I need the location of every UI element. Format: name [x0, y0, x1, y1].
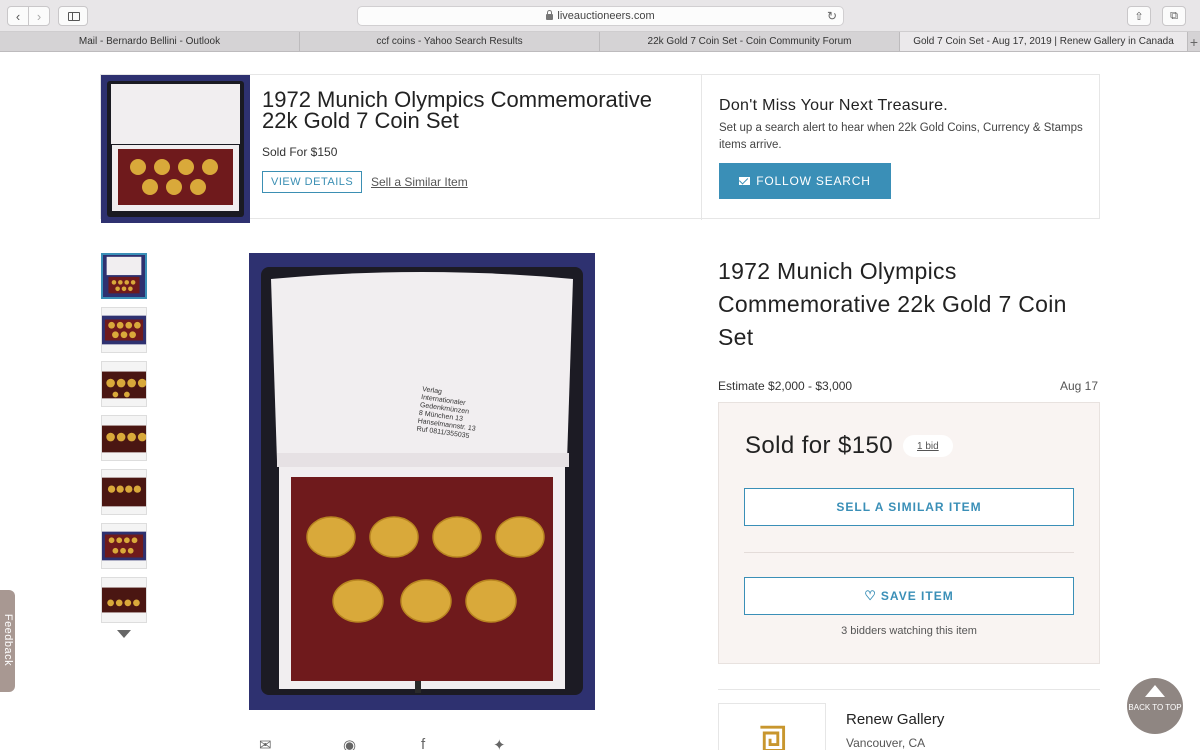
banner-title: 1972 Munich Olympics Commemorative 22k G…: [262, 87, 653, 133]
bid-count-link[interactable]: 1 bid: [903, 435, 953, 457]
sell-similar-link[interactable]: Sell a Similar Item: [371, 175, 468, 189]
reload-icon[interactable]: ↻: [827, 9, 837, 23]
tab-outlook[interactable]: Mail - Bernardo Bellini - Outlook: [0, 32, 300, 51]
gallery-location: Vancouver, CA: [846, 736, 926, 750]
treasure-heading: Don't Miss Your Next Treasure.: [719, 97, 949, 114]
back-to-top-label: BACK TO TOP: [1128, 703, 1182, 712]
tab-coin-forum[interactable]: 22k Gold 7 Coin Set - Coin Community For…: [600, 32, 900, 51]
gallery-divider: [718, 689, 1100, 690]
tab-yahoo-search[interactable]: ccf coins - Yahoo Search Results: [300, 32, 600, 51]
image-thumbnail[interactable]: [101, 577, 147, 623]
sold-panel: Sold for $150 1 bid SELL A SIMILAR ITEM …: [718, 402, 1100, 664]
envelope-icon: [739, 177, 751, 185]
image-thumbnail[interactable]: [101, 307, 147, 353]
treasure-description: Set up a search alert to hear when 22k G…: [719, 122, 1083, 151]
image-thumbnail[interactable]: [101, 415, 147, 461]
gallery-name[interactable]: Renew Gallery: [846, 711, 944, 728]
tab-bar: Mail - Bernardo Bellini - Outlook ccf co…: [0, 32, 1200, 52]
watchers-count: 3 bidders watching this item: [841, 625, 977, 637]
sold-item-banner: 1972 Munich Olympics Commemorative 22k G…: [100, 74, 1100, 223]
url-text: liveauctioneers.com: [557, 10, 655, 22]
follow-search-label: FOLLOW SEARCH: [756, 174, 871, 188]
sidebar-toggle-button[interactable]: [58, 6, 88, 26]
sold-price: Sold for $150: [745, 432, 893, 459]
lot-date: Aug 17: [1060, 379, 1099, 393]
heart-icon: ♡: [864, 588, 877, 603]
gallery-logo[interactable]: [718, 703, 826, 750]
panel-divider: [744, 552, 1074, 553]
banner-sold-price: Sold For $150: [262, 145, 338, 159]
sell-similar-button[interactable]: SELL A SIMILAR ITEM: [744, 488, 1074, 526]
image-thumbnail[interactable]: [101, 253, 147, 299]
image-thumbnail[interactable]: [101, 361, 147, 407]
new-tab-button[interactable]: +: [1188, 32, 1200, 51]
main-item-image[interactable]: Verlag Internationaler Gedenkmünzen 8 Mü…: [249, 253, 595, 710]
lot-title: 1972 Munich Olympics Commemorative 22k G…: [718, 258, 1067, 350]
up-arrow-icon: [1145, 685, 1165, 697]
save-item-button[interactable]: ♡ SAVE ITEM: [744, 577, 1074, 615]
banner-item-thumbnail[interactable]: [101, 75, 250, 223]
facebook-icon[interactable]: f: [421, 736, 425, 750]
forward-icon[interactable]: ›: [28, 6, 50, 26]
banner-divider: [701, 75, 702, 220]
thumbnails-down-arrow-icon[interactable]: [117, 630, 131, 638]
feedback-tab[interactable]: Feedback: [0, 590, 15, 692]
estimate: Estimate $2,000 - $3,000: [718, 379, 853, 393]
tabs-overview-icon[interactable]: ⧉: [1162, 6, 1186, 26]
save-item-label: SAVE ITEM: [880, 589, 954, 603]
back-icon[interactable]: ‹: [7, 6, 29, 26]
view-details-button[interactable]: VIEW DETAILS: [262, 171, 363, 193]
back-to-top-button[interactable]: BACK TO TOP: [1127, 678, 1183, 734]
sidebar-icon: [68, 12, 80, 21]
follow-search-button[interactable]: FOLLOW SEARCH: [719, 163, 891, 199]
share-icons: ✉ ◉ f ✦: [259, 736, 529, 750]
email-icon[interactable]: ✉: [259, 736, 272, 750]
tab-renew-gallery[interactable]: Gold 7 Coin Set - Aug 17, 2019 | Renew G…: [900, 32, 1188, 51]
address-bar[interactable]: liveauctioneers.com ↻: [357, 6, 844, 26]
pinterest-icon[interactable]: ◉: [343, 736, 356, 750]
lock-icon: [546, 10, 554, 20]
feedback-label: Feedback: [2, 613, 14, 667]
twitter-icon[interactable]: ✦: [493, 736, 506, 750]
image-thumbnail[interactable]: [101, 469, 147, 515]
image-thumbnail[interactable]: [101, 523, 147, 569]
share-icon[interactable]: ⇧: [1127, 6, 1151, 26]
browser-toolbar: ‹ › liveauctioneers.com ↻ ⇧ ⧉: [0, 0, 1200, 32]
